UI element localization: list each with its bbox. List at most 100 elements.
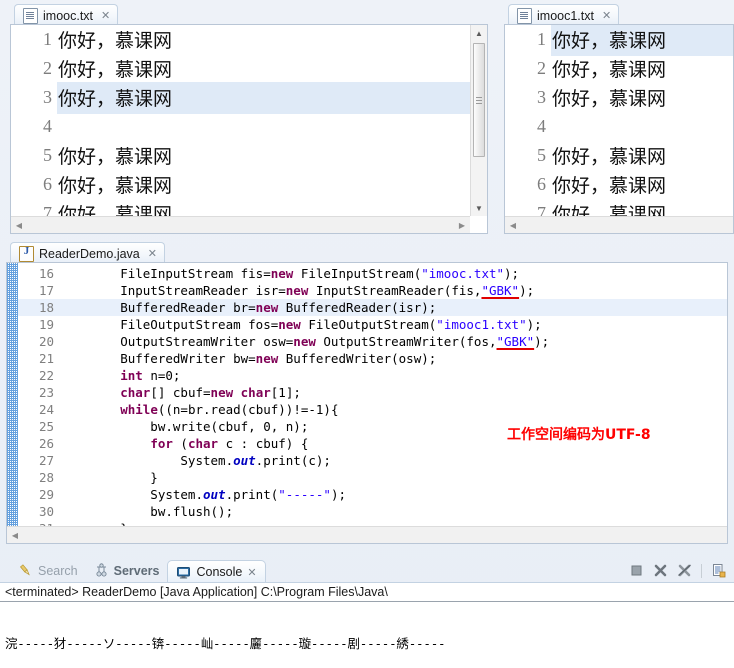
- line-number: 5: [43, 145, 52, 165]
- line-text: 你好，慕课网: [552, 145, 667, 168]
- left-editor-vertical-scrollbar[interactable]: ▲ ▼: [470, 25, 487, 216]
- scroll-left-icon[interactable]: ◀: [505, 217, 521, 233]
- tab-readerdemo-java[interactable]: ReaderDemo.java ✕: [10, 242, 165, 264]
- code-text: int n=0;: [120, 368, 181, 383]
- list-item[interactable]: 6 你好，慕课网: [11, 170, 470, 199]
- code-text: }: [60, 470, 158, 485]
- list-item-selected[interactable]: 1 你好，慕课网: [505, 25, 733, 56]
- list-item[interactable]: 1 你好，慕课网: [11, 25, 470, 54]
- right-editor-horizontal-scrollbar[interactable]: ◀: [505, 216, 733, 233]
- list-item[interactable]: 7 你好，慕课网: [505, 199, 733, 216]
- code-text: bw.flush();: [60, 504, 234, 519]
- left-editor-text-area[interactable]: 1 你好，慕课网 2 你好，慕课网 3 你好，慕课网 4 5 你好，慕课网 6 …: [11, 25, 470, 216]
- line-number: 22: [38, 368, 54, 383]
- right-editor-text-area[interactable]: 1 你好，慕课网 2 你好，慕课网 3 你好，慕课网 4 5 你好，慕课网 6 …: [505, 25, 733, 216]
- remove-all-terminated-icon[interactable]: [677, 563, 692, 578]
- list-item[interactable]: 4: [505, 112, 733, 141]
- left-editor-tab-strip: imooc.txt ✕: [0, 0, 492, 26]
- code-line[interactable]: 21 BufferedWriter bw=new BufferedWriter(…: [18, 350, 727, 367]
- bottom-view-stack: Search Servers Console ✕ <terminated> Re…: [0, 556, 734, 668]
- code-text: System.out.print(c);: [60, 453, 331, 468]
- scroll-up-icon[interactable]: ▲: [471, 25, 487, 41]
- line-text: 你好，慕课网: [552, 29, 667, 52]
- text-file-icon: [23, 7, 38, 24]
- code-text: for (char c : cbuf) {: [150, 436, 309, 451]
- line-number: 27: [38, 453, 54, 468]
- code-line[interactable]: 17 InputStreamReader isr=new InputStream…: [18, 282, 727, 299]
- close-icon[interactable]: ✕: [247, 566, 256, 579]
- list-item[interactable]: 5 你好，慕课网: [11, 141, 470, 170]
- java-code-area[interactable]: 16 FileInputStream fis=new FileInputStre…: [7, 263, 727, 527]
- scroll-left-icon[interactable]: ◀: [7, 527, 23, 543]
- scroll-right-icon[interactable]: ▶: [454, 217, 470, 233]
- console-output-line: 浣-----犲-----ソ-----锛-----屾-----廲-----璇---…: [5, 636, 446, 651]
- close-icon[interactable]: ✕: [602, 9, 611, 22]
- tab-console[interactable]: Console ✕: [167, 560, 266, 583]
- right-editor-part: imooc1.txt ✕ 1 你好，慕课网 2 你好，慕课网 3 你好，慕课网 …: [496, 0, 734, 234]
- line-number: 21: [38, 351, 54, 366]
- list-item[interactable]: 2 你好，慕课网: [11, 54, 470, 83]
- code-text: while((n=br.read(cbuf))!=-1){: [120, 402, 339, 417]
- list-item[interactable]: 5 你好，慕课网: [505, 141, 733, 170]
- list-item[interactable]: 2 你好，慕课网: [505, 54, 733, 83]
- tab-search[interactable]: Search: [10, 559, 86, 582]
- close-icon[interactable]: ✕: [101, 9, 110, 22]
- servers-icon: [94, 563, 109, 578]
- code-line[interactable]: 28 }: [18, 469, 727, 486]
- code-line[interactable]: 16 FileInputStream fis=new FileInputStre…: [18, 265, 727, 282]
- left-editor-part: imooc.txt ✕ 1 你好，慕课网 2 你好，慕课网 3 你好，慕课网 4…: [0, 0, 492, 234]
- line-number: 6: [43, 174, 52, 194]
- line-number: 16: [38, 266, 54, 281]
- list-item[interactable]: 7 你好，慕课网: [11, 199, 470, 216]
- code-line[interactable]: 20 OutputStreamWriter osw=new OutputStre…: [18, 333, 727, 350]
- console-output[interactable]: 浣-----犲-----ソ-----锛-----屾-----廲-----璇---…: [0, 602, 734, 668]
- code-text: FileOutputStream fos=new FileOutputStrea…: [60, 317, 542, 332]
- code-text: char[] cbuf=new char[1];: [120, 385, 301, 400]
- terminate-icon[interactable]: [629, 563, 644, 578]
- line-number: 28: [38, 470, 54, 485]
- tab-imooc1-txt[interactable]: imooc1.txt ✕: [508, 4, 620, 26]
- close-icon[interactable]: ✕: [148, 247, 157, 260]
- code-line[interactable]: 30 bw.flush();: [18, 503, 727, 520]
- display-selected-console-icon[interactable]: [711, 563, 726, 578]
- list-item[interactable]: 3 你好，慕课网: [505, 83, 733, 112]
- list-item[interactable]: 4: [11, 112, 470, 141]
- scrollbar-thumb[interactable]: [473, 43, 485, 157]
- tab-imooc-txt[interactable]: imooc.txt ✕: [14, 4, 119, 26]
- tab-label: Search: [38, 563, 78, 578]
- right-editor-body: 1 你好，慕课网 2 你好，慕课网 3 你好，慕课网 4 5 你好，慕课网 6 …: [504, 24, 734, 234]
- line-text: 你好，慕课网: [552, 174, 667, 197]
- code-line[interactable]: 27 System.out.print(c);: [18, 452, 727, 469]
- search-icon: [18, 563, 33, 578]
- console-view: <terminated> ReaderDemo [Java Applicatio…: [0, 582, 734, 668]
- line-number: 26: [38, 436, 54, 451]
- java-editor-horizontal-scrollbar[interactable]: ◀: [7, 526, 727, 543]
- line-number: 23: [38, 385, 54, 400]
- code-line[interactable]: 24 while((n=br.read(cbuf))!=-1){: [18, 401, 727, 418]
- console-icon: [176, 565, 191, 580]
- left-editor-horizontal-scrollbar[interactable]: ◀ ▶: [11, 216, 470, 233]
- list-item-selected[interactable]: 3 你好，慕课网: [11, 81, 470, 114]
- code-line-selected[interactable]: 18 BufferedReader br=new BufferedReader(…: [18, 299, 727, 316]
- java-file-icon: [19, 245, 34, 262]
- list-item[interactable]: 6 你好，慕课网: [505, 170, 733, 199]
- tab-label: imooc1.txt: [537, 8, 594, 23]
- code-text: BufferedReader br=new BufferedReader(isr…: [60, 300, 437, 315]
- code-line[interactable]: 19 FileOutputStream fos=new FileOutputSt…: [18, 316, 727, 333]
- line-number: 17: [38, 283, 54, 298]
- code-line[interactable]: 29 System.out.print("-----");: [18, 486, 727, 503]
- code-text: BufferedWriter bw=new BufferedWriter(osw…: [60, 351, 437, 366]
- left-editor-body: 1 你好，慕课网 2 你好，慕课网 3 你好，慕课网 4 5 你好，慕课网 6 …: [10, 24, 488, 234]
- code-line[interactable]: 23 char[] cbuf=new char[1];: [18, 384, 727, 401]
- line-number: 4: [43, 116, 52, 136]
- line-number: 4: [537, 116, 546, 136]
- code-line[interactable]: 22 int n=0;: [18, 367, 727, 384]
- code-text: bw.write(cbuf, 0, n);: [60, 419, 309, 434]
- scroll-down-icon[interactable]: ▼: [471, 200, 487, 216]
- java-editor-body: 16 FileInputStream fis=new FileInputStre…: [6, 262, 728, 544]
- line-number: 19: [38, 317, 54, 332]
- remove-launch-icon[interactable]: [653, 563, 668, 578]
- tab-servers[interactable]: Servers: [86, 559, 168, 582]
- tab-label: ReaderDemo.java: [39, 246, 140, 261]
- scroll-left-icon[interactable]: ◀: [11, 217, 27, 233]
